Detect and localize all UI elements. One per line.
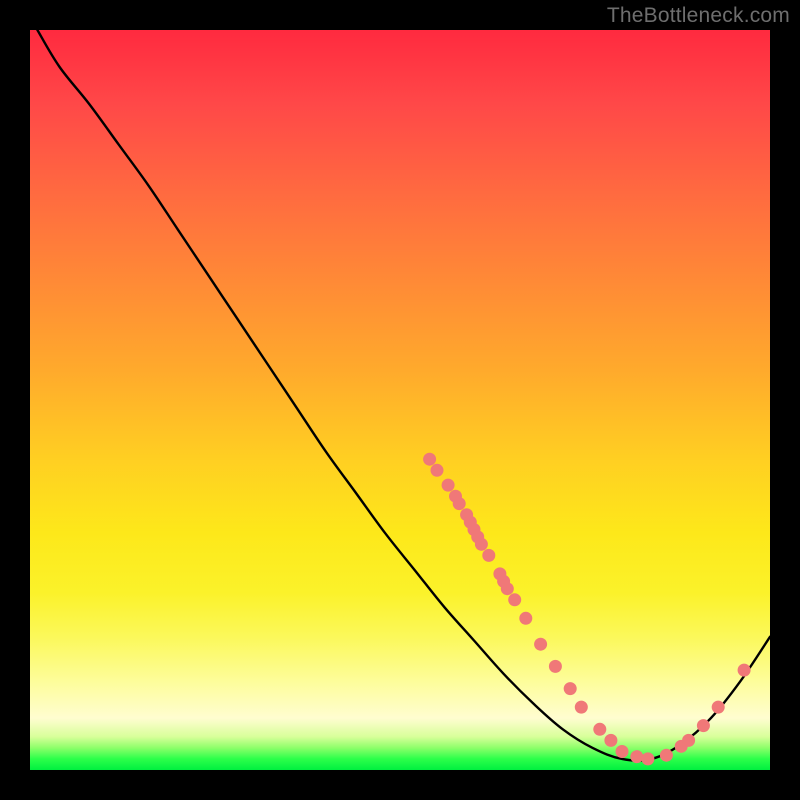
data-marker xyxy=(431,464,444,477)
data-marker xyxy=(482,549,495,562)
data-marker xyxy=(423,453,436,466)
chart-stage: TheBottleneck.com xyxy=(0,0,800,800)
data-marker xyxy=(604,734,617,747)
plot-area xyxy=(30,30,770,770)
bottleneck-curve xyxy=(37,30,770,761)
data-marker xyxy=(508,593,521,606)
data-marker xyxy=(501,582,514,595)
data-marker xyxy=(616,745,629,758)
data-marker xyxy=(442,479,455,492)
data-markers xyxy=(423,453,750,766)
data-marker xyxy=(593,723,606,736)
attribution-text: TheBottleneck.com xyxy=(607,4,790,28)
data-marker xyxy=(575,701,588,714)
data-marker xyxy=(682,734,695,747)
data-marker xyxy=(712,701,725,714)
data-marker xyxy=(534,638,547,651)
data-marker xyxy=(519,612,532,625)
data-marker xyxy=(475,538,488,551)
data-marker xyxy=(549,660,562,673)
data-marker xyxy=(630,750,643,763)
data-marker xyxy=(641,752,654,765)
data-marker xyxy=(660,749,673,762)
data-marker xyxy=(453,497,466,510)
chart-svg xyxy=(30,30,770,770)
data-marker xyxy=(697,719,710,732)
data-marker xyxy=(564,682,577,695)
data-marker xyxy=(738,664,751,677)
